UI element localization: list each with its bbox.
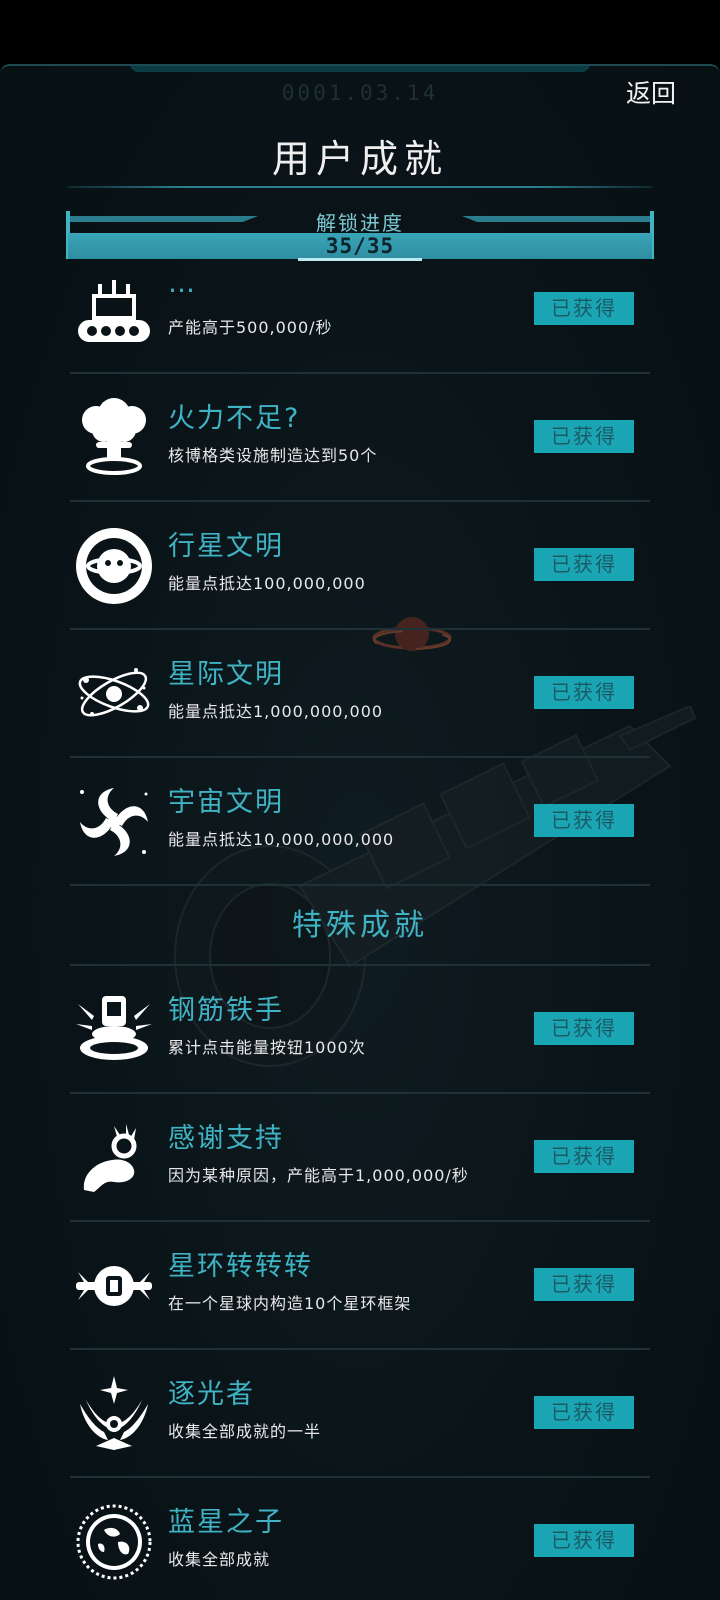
achievements-panel: 0001.03.14 返回 用户成就 解锁进度 35/35 … 产能高于500,… <box>0 64 720 1600</box>
obtained-badge[interactable]: 已获得 <box>534 676 634 709</box>
obtained-badge[interactable]: 已获得 <box>534 1524 634 1557</box>
obtained-badge[interactable]: 已获得 <box>534 1012 634 1045</box>
list-item: … 产能高于500,000/秒 已获得 <box>70 276 650 374</box>
achievement-name: 宇宙文明 <box>168 787 284 818</box>
achievement-desc: 因为某种原因，产能高于1,000,000/秒 <box>168 1166 469 1185</box>
ok-hand-icon <box>83 1124 137 1192</box>
list-item: 钢筋铁手 累计点击能量按钮1000次 已获得 <box>70 966 650 1094</box>
achievement-name: 钢筋铁手 <box>168 995 284 1026</box>
list-item: 行星文明 能量点抵达100,000,000 已获得 <box>70 502 650 630</box>
achievement-name: 感谢支持 <box>168 1123 284 1154</box>
game-date: 0001.03.14 <box>281 81 439 105</box>
factory-robot-icon <box>78 280 150 342</box>
obtained-badge[interactable]: 已获得 <box>534 548 634 581</box>
achievement-name: 行星文明 <box>168 531 284 562</box>
orbit-atom-icon <box>78 668 150 717</box>
list-item: 宇宙文明 能量点抵达10,000,000,000 已获得 <box>70 758 650 886</box>
achievement-desc: 能量点抵达10,000,000,000 <box>168 830 395 849</box>
list-item: 蓝星之子 收集全部成就 已获得 <box>70 1478 650 1600</box>
achievement-name: 逐光者 <box>168 1379 255 1410</box>
obtained-badge[interactable]: 已获得 <box>534 420 634 453</box>
list-item: 逐光者 收集全部成就的一半 已获得 <box>70 1350 650 1478</box>
obtained-badge[interactable]: 已获得 <box>534 292 634 325</box>
achievement-desc: 在一个星球内构造10个星环框架 <box>168 1294 412 1313</box>
progress-underline <box>298 258 422 261</box>
achievement-name: 火力不足? <box>168 403 301 434</box>
progress-label: 解锁进度 <box>316 211 404 235</box>
mushroom-cloud-icon <box>82 398 146 475</box>
panel-top-decoration <box>130 66 590 72</box>
list-item: 感谢支持 因为某种原因，产能高于1,000,000/秒 已获得 <box>70 1094 650 1222</box>
achievement-name: … <box>168 276 197 299</box>
achievement-list[interactable]: … 产能高于500,000/秒 已获得 火力不足? 核博格类设施制造达到50个 … <box>0 276 720 1600</box>
list-item: 火力不足? 核博格类设施制造达到50个 已获得 <box>70 374 650 502</box>
section-title: 特殊成就 <box>292 908 428 943</box>
achievement-name: 星环转转转 <box>168 1251 313 1282</box>
planet-face-icon <box>76 528 152 604</box>
achievement-name: 星际文明 <box>168 659 284 690</box>
obtained-badge[interactable]: 已获得 <box>534 1268 634 1301</box>
achievement-desc: 收集全部成就的一半 <box>168 1422 322 1441</box>
pressing-button-icon <box>76 996 152 1060</box>
galaxy-spiral-icon <box>80 788 148 856</box>
achievement-list-content: … 产能高于500,000/秒 已获得 火力不足? 核博格类设施制造达到50个 … <box>0 276 720 1600</box>
achievement-desc: 累计点击能量按钮1000次 <box>168 1038 366 1057</box>
progress-value: 35/35 <box>325 234 395 258</box>
achievement-name: 蓝星之子 <box>168 1507 284 1538</box>
list-item: 星环转转转 在一个星球内构造10个星环框架 已获得 <box>70 1222 650 1350</box>
list-item: 星际文明 能量点抵达1,000,000,000 已获得 <box>70 630 650 758</box>
obtained-badge[interactable]: 已获得 <box>534 804 634 837</box>
achievements-screen: 0001.03.14 返回 用户成就 解锁进度 35/35 … 产能高于500,… <box>0 0 720 1600</box>
blue-planet-emblem-icon <box>76 1504 152 1580</box>
achievement-desc: 能量点抵达100,000,000 <box>168 574 366 593</box>
title-divider <box>68 186 652 188</box>
obtained-badge[interactable]: 已获得 <box>534 1140 634 1173</box>
winged-star-icon <box>80 1376 148 1450</box>
page-title: 用户成就 <box>271 137 448 181</box>
back-button[interactable]: 返回 <box>626 74 676 110</box>
obtained-badge[interactable]: 已获得 <box>534 1396 634 1429</box>
achievement-desc: 收集全部成就 <box>168 1550 271 1569</box>
special-achievements-header: 特殊成就 <box>70 886 650 966</box>
unlock-progress: 解锁进度 35/35 <box>66 211 654 261</box>
achievement-desc: 核博格类设施制造达到50个 <box>168 446 378 465</box>
achievement-desc: 能量点抵达1,000,000,000 <box>168 702 384 721</box>
achievement-desc: 产能高于500,000/秒 <box>168 318 333 337</box>
ring-station-icon <box>76 1266 152 1306</box>
